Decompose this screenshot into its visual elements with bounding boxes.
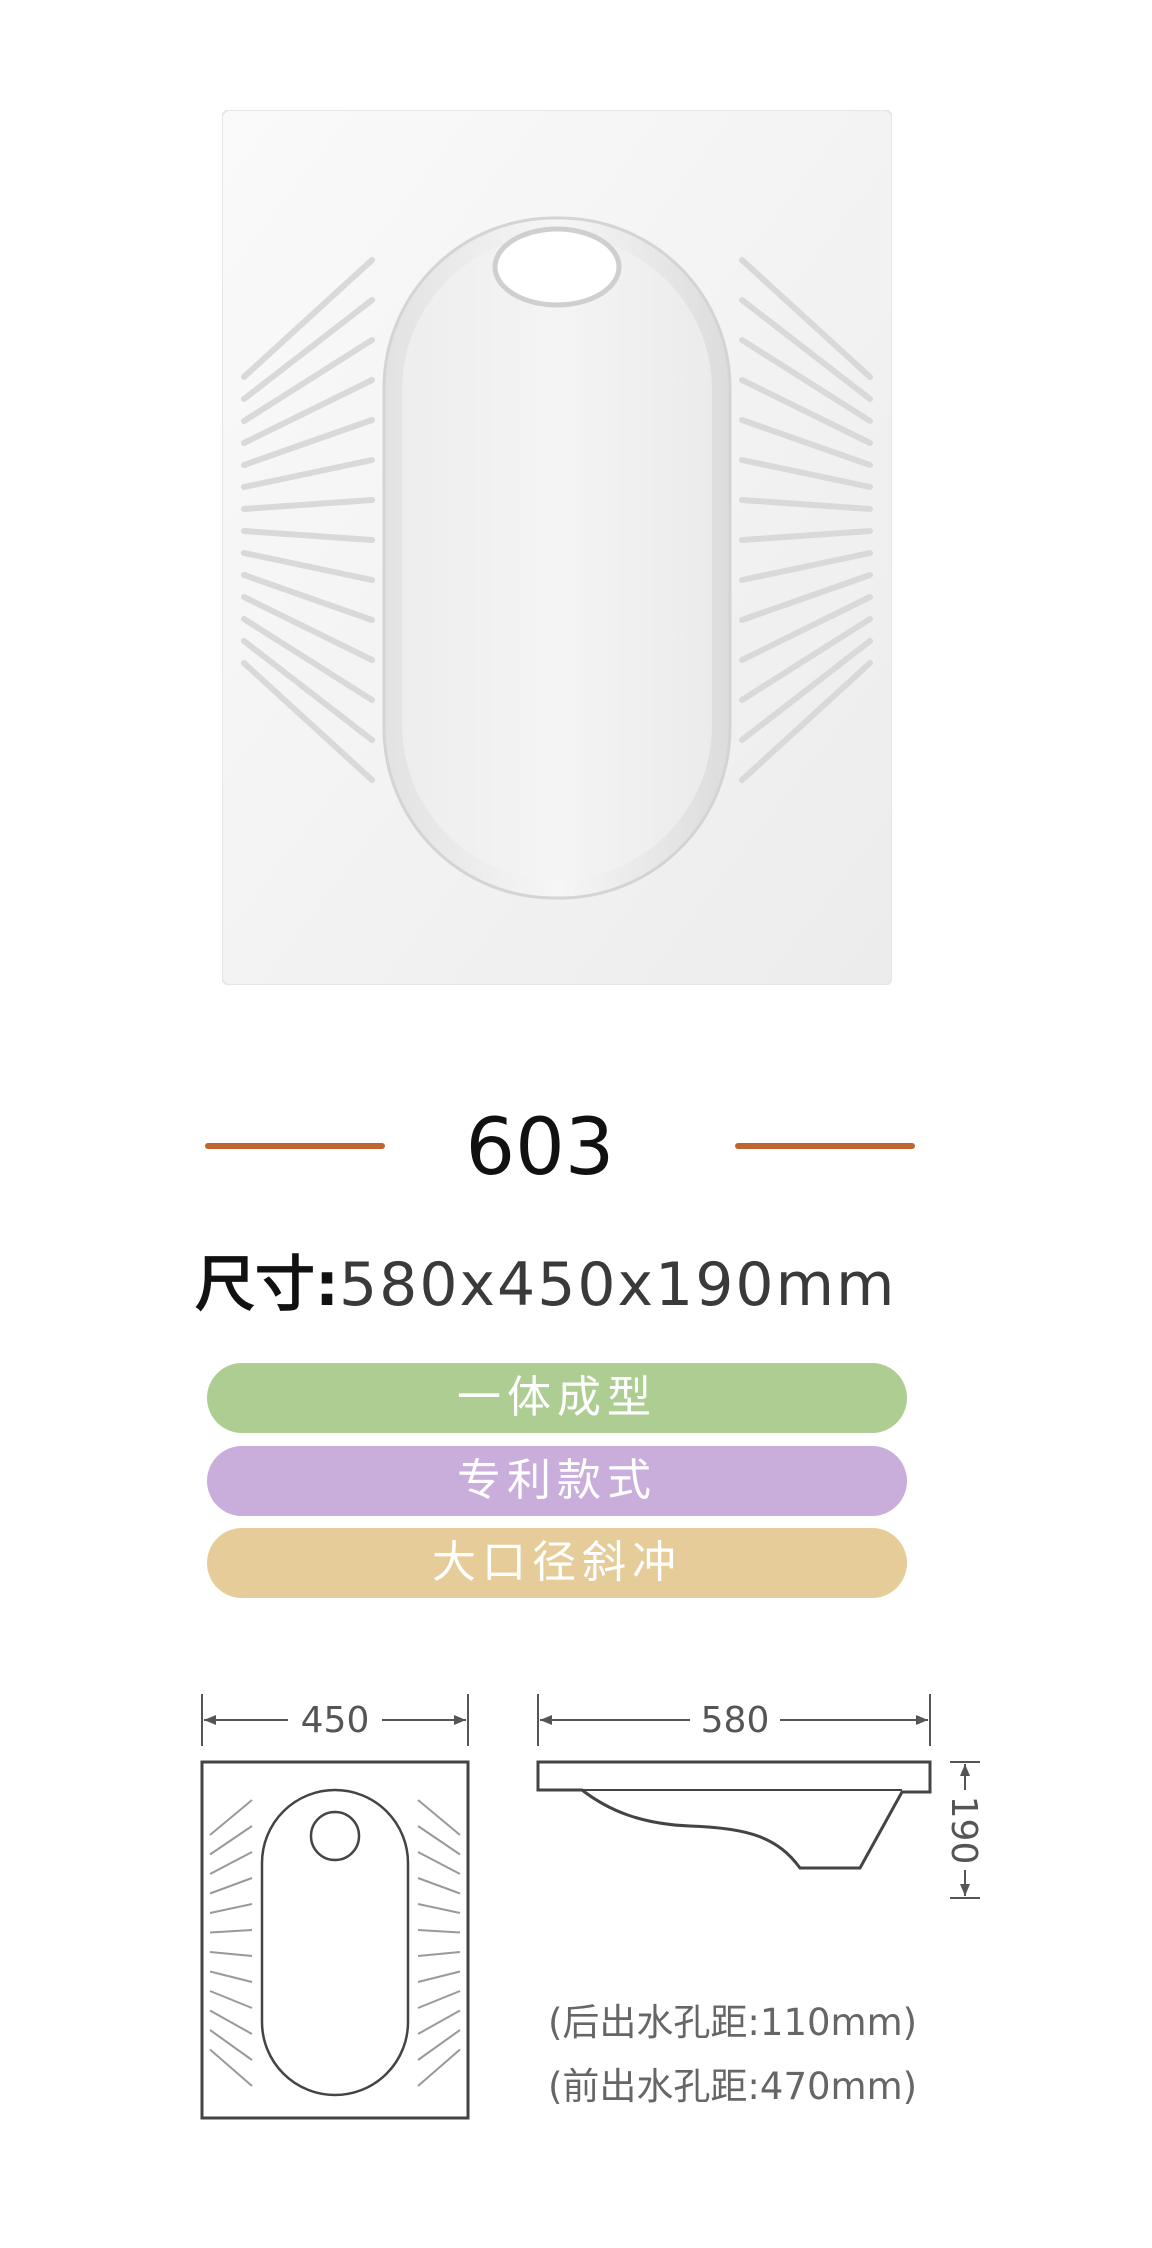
anti-slip-rib [417, 1951, 461, 1957]
side-view-drawing: 580 190 [536, 1694, 984, 1899]
size-value: 580x450x190mm [339, 1250, 897, 1320]
rear-outlet-note: (后出水孔距:110mm) [548, 2001, 918, 2044]
product-photo [222, 110, 892, 985]
anti-slip-rib [417, 1970, 461, 1983]
feature-badge-one-piece: 一体成型 [207, 1363, 907, 1433]
anti-slip-rib [209, 1990, 253, 2009]
anti-slip-rib [417, 1929, 461, 1934]
size-label: 尺寸: [195, 1250, 339, 1320]
anti-slip-rib [209, 2009, 253, 2035]
anti-slip-rib [417, 1877, 461, 1895]
size-spec: 尺寸:580x450x190mm [195, 1245, 896, 1325]
model-number: 603 [465, 1103, 615, 1193]
front-outlet-note: (前出水孔距:470mm) [548, 2065, 918, 2108]
anti-slip-rib [417, 1990, 461, 2009]
anti-slip-rib [209, 1929, 253, 1934]
anti-slip-rib [209, 1970, 253, 1983]
top-view-width-label: 450 [301, 1700, 370, 1741]
anti-slip-rib [209, 1877, 253, 1895]
side-view-length-label: 580 [701, 1700, 770, 1741]
top-view-drawing: 450 [200, 1694, 470, 2120]
anti-slip-rib [417, 1851, 461, 1875]
left-accent-rule [205, 1143, 385, 1149]
anti-slip-rib [209, 1903, 253, 1914]
anti-slip-rib [209, 1851, 253, 1875]
anti-slip-rib [209, 1951, 253, 1957]
side-view-height-label: 190 [943, 1796, 984, 1865]
anti-slip-rib [417, 2009, 461, 2035]
feature-badge-flush: 大口径斜冲 [207, 1528, 907, 1598]
right-accent-rule [735, 1143, 915, 1149]
anti-slip-rib [417, 1903, 461, 1914]
feature-badge-patent: 专利款式 [207, 1446, 907, 1516]
